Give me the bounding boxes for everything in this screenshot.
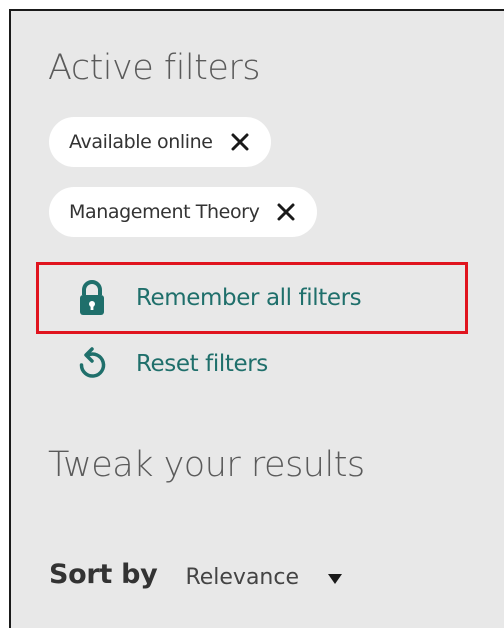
filter-chip-available-online[interactable]: Available online	[49, 117, 271, 167]
remember-filters-button[interactable]: Remember all filters	[74, 279, 362, 317]
sort-select[interactable]: Relevance	[185, 559, 343, 590]
sort-by-label: Sort by	[49, 559, 158, 590]
reset-icon	[74, 345, 110, 383]
tweak-results-title: Tweak your results	[48, 445, 365, 485]
filters-panel: Active filters Available online Manageme…	[9, 9, 504, 628]
lock-icon	[74, 279, 110, 317]
close-icon[interactable]	[275, 201, 297, 223]
active-filters-title: Active filters	[48, 48, 261, 88]
close-icon[interactable]	[229, 131, 251, 153]
reset-filters-button[interactable]: Reset filters	[74, 345, 268, 383]
filter-chip-label: Management Theory	[69, 201, 260, 223]
filter-chip-management-theory[interactable]: Management Theory	[49, 187, 318, 237]
sort-row: Sort by Relevance	[49, 559, 343, 590]
sort-value: Relevance	[185, 565, 300, 590]
caret-down-icon	[327, 572, 343, 584]
filter-chip-label: Available online	[69, 131, 213, 153]
remember-filters-label: Remember all filters	[136, 285, 362, 311]
reset-filters-label: Reset filters	[136, 351, 268, 377]
